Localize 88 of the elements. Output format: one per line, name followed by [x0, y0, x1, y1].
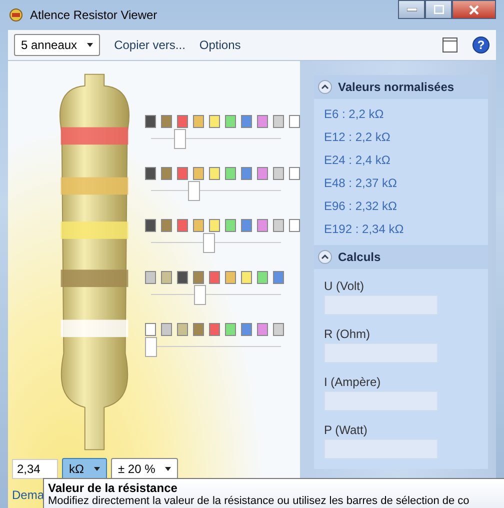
section-header[interactable]: Calculs	[314, 245, 488, 269]
chevron-icon	[318, 80, 332, 94]
section-header[interactable]: Valeurs normalisées	[314, 75, 488, 99]
color-swatch[interactable]	[241, 115, 252, 128]
color-swatch[interactable]	[145, 271, 156, 284]
standard-value-link[interactable]: E6 : 2,2 kΩ	[324, 103, 478, 126]
color-swatch[interactable]	[257, 167, 268, 180]
color-swatch[interactable]	[257, 323, 268, 336]
color-swatch[interactable]	[145, 323, 156, 336]
color-swatch[interactable]	[209, 323, 220, 336]
tooltip-title: Valeur de la résistance	[48, 481, 178, 495]
field-label: U (Volt)	[324, 279, 366, 293]
slider-thumb[interactable]	[174, 129, 186, 149]
color-swatch[interactable]	[225, 219, 236, 232]
color-swatch[interactable]	[161, 323, 172, 336]
color-swatch[interactable]	[289, 167, 300, 180]
minimize-button[interactable]	[398, 0, 425, 19]
slider-thumb[interactable]	[202, 233, 215, 253]
chevron-icon	[318, 250, 332, 264]
color-swatch[interactable]	[161, 167, 172, 180]
color-swatch[interactable]	[177, 323, 188, 336]
color-swatch[interactable]	[177, 271, 188, 284]
color-swatch[interactable]	[209, 167, 220, 180]
color-swatch[interactable]	[177, 115, 188, 128]
unit-dropdown[interactable]: kΩ	[62, 458, 107, 480]
color-swatch[interactable]	[145, 219, 156, 232]
color-swatch[interactable]	[273, 219, 284, 232]
color-swatch[interactable]	[145, 115, 156, 128]
minimize-icon	[406, 8, 416, 12]
standard-value-link[interactable]: E192 : 2,34 kΩ	[324, 218, 478, 241]
slider-thumb[interactable]	[194, 285, 206, 305]
color-swatch[interactable]	[225, 323, 236, 336]
value-field[interactable]: 2,34	[12, 459, 58, 479]
color-swatch[interactable]	[273, 115, 284, 128]
color-swatch[interactable]	[257, 271, 268, 284]
color-swatch[interactable]	[241, 167, 252, 180]
color-swatch[interactable]	[161, 219, 172, 232]
menu-item[interactable]: Copier vers...	[114, 38, 186, 52]
color-swatch[interactable]	[209, 115, 220, 128]
color-swatch[interactable]	[193, 271, 204, 284]
color-swatch[interactable]	[241, 323, 252, 336]
field-label: P (Watt)	[324, 423, 368, 437]
color-swatch[interactable]	[177, 219, 188, 232]
color-swatch[interactable]	[225, 115, 236, 128]
color-swatch[interactable]	[273, 271, 284, 284]
color-swatch[interactable]	[193, 167, 204, 180]
color-swatch[interactable]	[257, 219, 268, 232]
color-swatch[interactable]	[289, 219, 300, 232]
color-swatch[interactable]	[225, 167, 236, 180]
field-label: I (Ampère)	[324, 375, 382, 389]
color-swatch[interactable]	[177, 167, 188, 180]
color-swatch[interactable]	[273, 323, 284, 336]
color-swatch[interactable]	[145, 167, 156, 180]
color-swatch[interactable]	[225, 271, 236, 284]
help-icon[interactable]: ?	[472, 36, 490, 54]
tooltip-text: Modifiez directement la valeur de la résistance ou utilisez les barres de sélection de co	[48, 495, 470, 507]
color-swatch[interactable]	[209, 271, 220, 284]
color-swatch[interactable]	[161, 115, 172, 128]
tolerance-dropdown[interactable]: ± 20 %	[110, 458, 178, 480]
color-swatch[interactable]	[193, 115, 204, 128]
slider-thumb[interactable]	[188, 181, 200, 201]
color-swatch[interactable]	[241, 219, 252, 232]
menu-item[interactable]: Options	[199, 38, 241, 52]
color-swatch[interactable]	[289, 115, 300, 128]
color-swatch[interactable]	[257, 115, 268, 128]
maximize-icon	[434, 5, 444, 14]
color-swatch[interactable]	[193, 219, 204, 232]
caret-icon	[165, 467, 172, 471]
close-button[interactable]	[452, 0, 496, 19]
window-title: Atlence Resistor Viewer	[30, 8, 158, 22]
color-swatch[interactable]	[241, 271, 252, 284]
standard-value-link[interactable]: E24 : 2,4 kΩ	[324, 149, 478, 172]
color-swatch[interactable]	[209, 219, 220, 232]
resistor-app-icon	[8, 7, 24, 23]
maximize-button[interactable]	[425, 0, 452, 19]
standard-value-link[interactable]: E96 : 2,32 kΩ	[324, 195, 478, 218]
ring-count-dropdown[interactable]: 5 anneaux	[14, 34, 100, 56]
color-swatch[interactable]	[161, 271, 172, 284]
standard-value-link[interactable]: E48 : 2,37 kΩ	[324, 172, 478, 195]
close-icon	[469, 4, 479, 14]
standard-value-link[interactable]: E12 : 2,2 kΩ	[324, 126, 478, 149]
field-label: R (Ohm)	[324, 327, 371, 341]
slider-thumb[interactable]	[145, 337, 157, 357]
caret-icon	[87, 43, 94, 47]
panel-icon[interactable]	[442, 37, 458, 53]
color-swatch[interactable]	[193, 323, 204, 336]
color-swatch[interactable]	[273, 167, 284, 180]
caret-icon	[94, 467, 100, 471]
